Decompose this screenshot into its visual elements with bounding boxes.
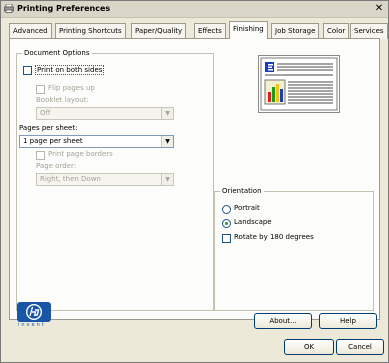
landscape-radio[interactable] bbox=[222, 219, 231, 228]
page-order-label: Page order: bbox=[36, 162, 77, 170]
window-title: Printing Preferences bbox=[17, 4, 111, 13]
rotate-180-checkbox[interactable] bbox=[222, 234, 231, 243]
landscape-label[interactable]: Landscape bbox=[234, 218, 272, 226]
flip-pages-up-label: Flip pages up bbox=[48, 84, 95, 92]
chevron-down-icon[interactable]: ▼ bbox=[161, 136, 173, 147]
pages-per-sheet-label: Pages per sheet: bbox=[19, 124, 78, 132]
title-bar: Printing Preferences ✕ bbox=[1, 1, 388, 18]
hp-logo: invent bbox=[17, 302, 51, 328]
chevron-down-icon: ▼ bbox=[161, 108, 173, 119]
tab-paper-quality[interactable]: Paper/Quality bbox=[131, 23, 187, 39]
flip-pages-up-checkbox bbox=[36, 85, 45, 94]
tab-effects[interactable]: Effects bbox=[194, 23, 226, 39]
page-order-select: Right, then Down ▼ bbox=[36, 173, 174, 186]
pages-per-sheet-select[interactable]: 1 page per sheet ▼ bbox=[19, 135, 174, 148]
cancel-button[interactable]: Cancel bbox=[336, 339, 384, 355]
tab-advanced[interactable]: Advanced bbox=[9, 23, 52, 39]
chevron-down-icon: ▼ bbox=[161, 174, 173, 185]
print-both-sides-label[interactable]: Print on both sides bbox=[35, 65, 105, 75]
orientation-group: Orientation Portrait Landscape Rotate by… bbox=[214, 187, 374, 311]
hp-logo-icon bbox=[17, 302, 51, 322]
booklet-layout-label: Booklet layout: bbox=[36, 96, 89, 104]
print-page-borders-checkbox bbox=[36, 151, 45, 160]
page-preview bbox=[258, 55, 340, 113]
tab-job-storage[interactable]: Job Storage bbox=[271, 23, 320, 39]
help-button[interactable]: Help bbox=[319, 313, 377, 329]
radio-selected-dot bbox=[225, 222, 228, 225]
portrait-label[interactable]: Portrait bbox=[234, 204, 260, 212]
finishing-panel: Document Options Print on both sides Fli… bbox=[9, 38, 380, 320]
document-options-group: Document Options Print on both sides Fli… bbox=[16, 49, 214, 311]
close-icon[interactable]: ✕ bbox=[373, 3, 385, 15]
about-button[interactable]: About... bbox=[254, 313, 312, 329]
orientation-label: Orientation bbox=[220, 187, 264, 195]
tab-finishing[interactable]: Finishing bbox=[229, 21, 268, 39]
hp-invent-text: invent bbox=[18, 322, 46, 328]
print-page-borders-label: Print page borders bbox=[48, 150, 113, 158]
document-options-label: Document Options bbox=[22, 49, 92, 57]
tab-color[interactable]: Color bbox=[323, 23, 350, 39]
printer-icon bbox=[4, 4, 14, 13]
tab-printing-shortcuts[interactable]: Printing Shortcuts bbox=[55, 23, 126, 39]
document-preview-icon bbox=[260, 57, 338, 111]
printing-preferences-window: Printing Preferences ✕ Advanced Printing… bbox=[0, 0, 389, 363]
tab-services[interactable]: Services bbox=[350, 23, 388, 39]
ok-button[interactable]: OK bbox=[284, 339, 334, 355]
print-both-sides-checkbox[interactable] bbox=[23, 66, 32, 75]
booklet-layout-select: Off ▼ bbox=[36, 107, 174, 120]
portrait-radio[interactable] bbox=[222, 205, 231, 214]
rotate-180-label[interactable]: Rotate by 180 degrees bbox=[234, 233, 314, 241]
